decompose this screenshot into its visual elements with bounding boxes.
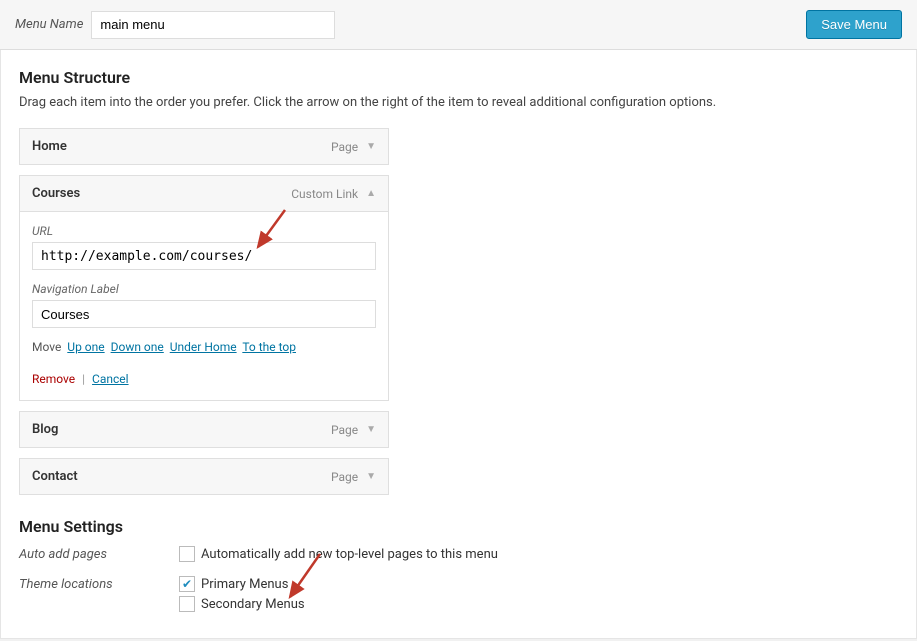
chevron-down-icon[interactable]: ▼ xyxy=(366,141,376,152)
chevron-up-icon[interactable]: ▲ xyxy=(366,188,376,199)
menu-edit-topbar: Menu Name Save Menu xyxy=(0,0,917,50)
menu-item-courses[interactable]: Courses Custom Link ▲ URL Navigation Lab… xyxy=(19,175,389,401)
auto-add-pages-option[interactable]: Automatically add new top-level pages to… xyxy=(179,546,498,562)
remove-link[interactable]: Remove xyxy=(32,372,75,386)
menu-settings-title: Menu Settings xyxy=(19,517,898,536)
menu-item-settings: URL Navigation Label Move Up one Down on… xyxy=(19,212,389,401)
menu-item-type: Page xyxy=(331,423,358,437)
save-menu-button[interactable]: Save Menu xyxy=(806,10,902,39)
nav-label-field-label: Navigation Label xyxy=(32,282,376,296)
menu-name-input[interactable] xyxy=(91,11,335,39)
move-label: Move xyxy=(32,340,61,354)
menu-item-title: Blog xyxy=(32,422,58,437)
checkbox-icon[interactable] xyxy=(179,596,195,612)
secondary-menus-option[interactable]: Secondary Menus xyxy=(179,596,305,612)
option-label: Primary Menus xyxy=(201,577,288,592)
move-up-link[interactable]: Up one xyxy=(67,340,104,354)
primary-menus-option[interactable]: Primary Menus xyxy=(179,576,305,592)
move-controls: Move Up one Down one Under Home To the t… xyxy=(32,340,376,354)
cancel-link[interactable]: Cancel xyxy=(92,372,129,386)
chevron-down-icon[interactable]: ▼ xyxy=(366,424,376,435)
checkbox-icon[interactable] xyxy=(179,576,195,592)
menu-item-title: Contact xyxy=(32,469,78,484)
menu-item-title: Courses xyxy=(32,186,80,201)
option-label: Secondary Menus xyxy=(201,597,305,612)
menu-item-blog[interactable]: Blog Page ▼ xyxy=(19,411,389,448)
separator: | xyxy=(82,372,85,386)
move-under-link[interactable]: Under Home xyxy=(170,340,237,354)
option-label: Automatically add new top-level pages to… xyxy=(201,547,498,562)
auto-add-pages-label: Auto add pages xyxy=(19,546,179,562)
menu-item-type: Custom Link xyxy=(291,187,358,201)
chevron-down-icon[interactable]: ▼ xyxy=(366,471,376,482)
menu-item-type: Page xyxy=(331,140,358,154)
menu-structure-desc: Drag each item into the order you prefer… xyxy=(19,95,898,110)
menu-item-contact[interactable]: Contact Page ▼ xyxy=(19,458,389,495)
theme-locations-label: Theme locations xyxy=(19,576,179,592)
url-input[interactable] xyxy=(32,242,376,270)
nav-label-input[interactable] xyxy=(32,300,376,328)
menu-item-title: Home xyxy=(32,139,67,154)
menu-item-home[interactable]: Home Page ▼ xyxy=(19,128,389,165)
move-top-link[interactable]: To the top xyxy=(242,340,296,354)
menu-name-label: Menu Name xyxy=(15,17,83,32)
move-down-link[interactable]: Down one xyxy=(111,340,164,354)
menu-structure-title: Menu Structure xyxy=(19,68,898,87)
checkbox-icon[interactable] xyxy=(179,546,195,562)
menu-item-type: Page xyxy=(331,470,358,484)
url-field-label: URL xyxy=(32,224,376,238)
